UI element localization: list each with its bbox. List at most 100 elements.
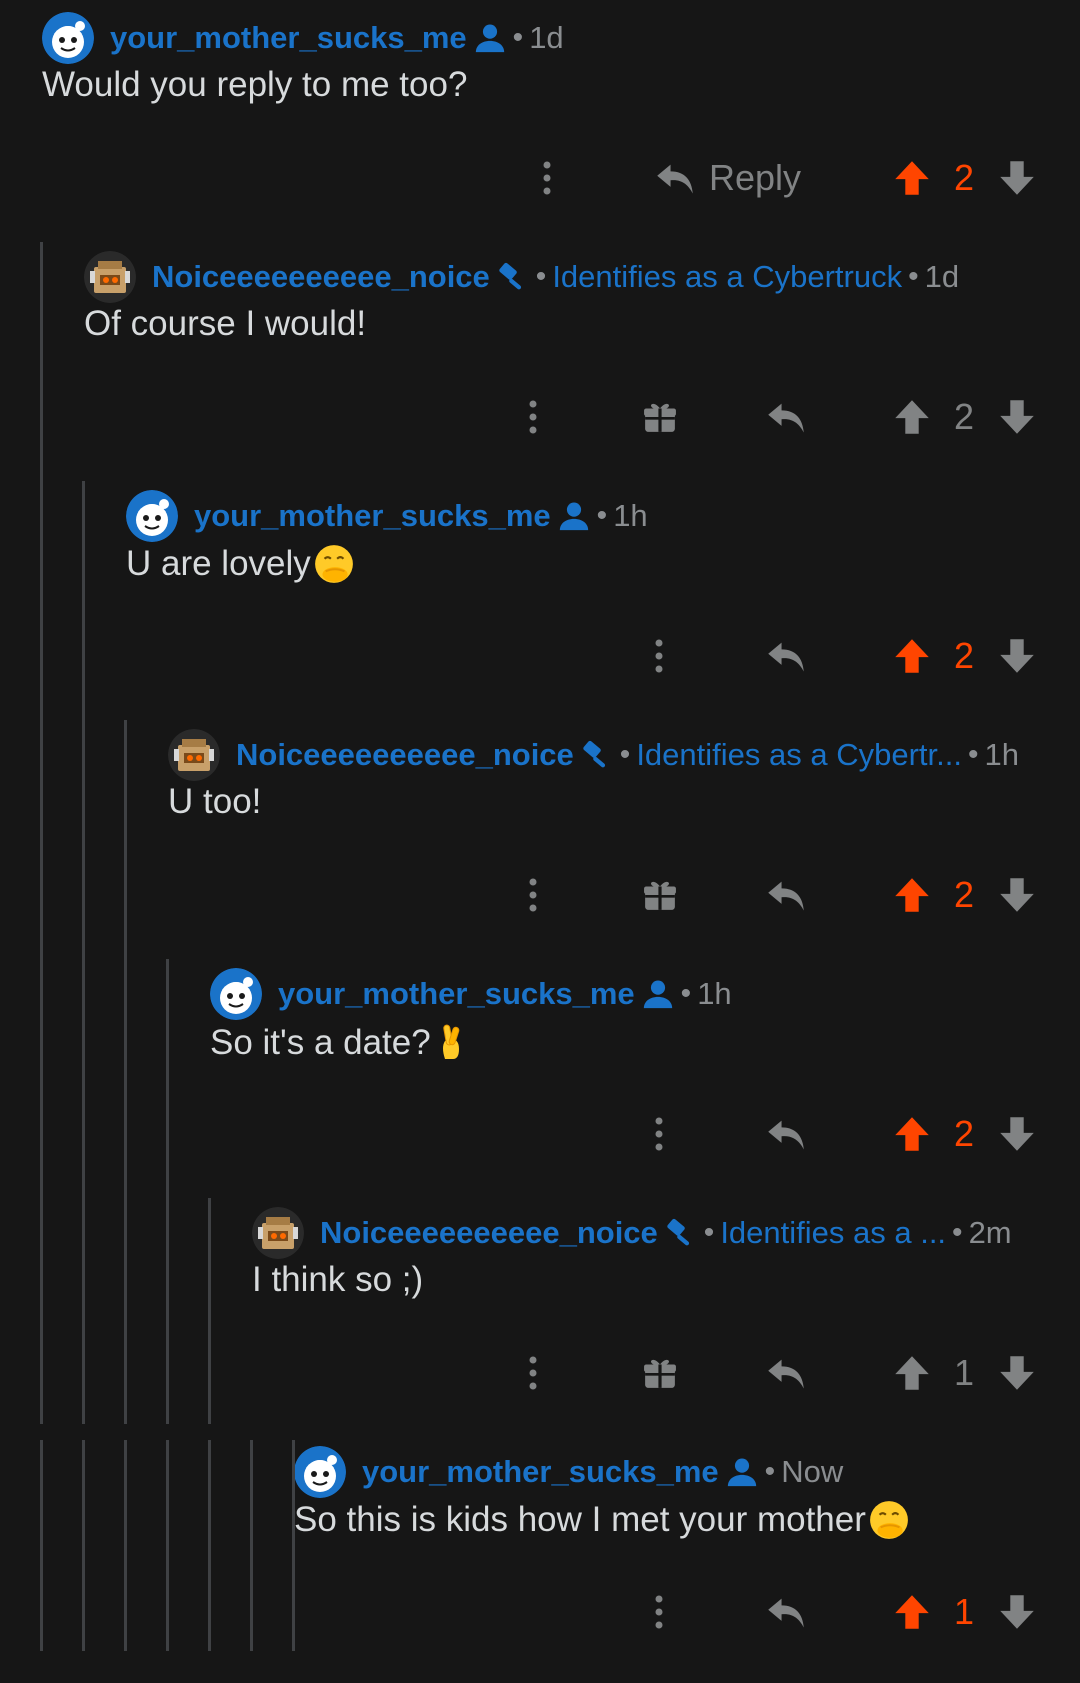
comment-text: So this is kids how I met your mother	[294, 1500, 866, 1539]
thread-line[interactable]	[208, 1440, 211, 1651]
thread-line[interactable]	[166, 959, 169, 1424]
comment-header: your_mother_sucks_me • Now	[294, 1444, 843, 1500]
upvote-button[interactable]	[892, 1345, 932, 1401]
author-name[interactable]: Noiceeeeeeeeee_noice	[152, 259, 490, 295]
reply-button[interactable]	[764, 867, 808, 923]
more-options-button[interactable]	[537, 150, 557, 206]
comment-body: I think so ;)	[252, 1260, 423, 1300]
upvote-icon	[894, 637, 930, 675]
comment-header: your_mother_sucks_me • 1h	[126, 488, 648, 544]
timestamp: Now	[781, 1454, 844, 1489]
reply-icon	[766, 877, 806, 913]
downvote-button[interactable]	[997, 628, 1037, 684]
comment: your_mother_sucks_me • 1h U are lovely 2	[0, 488, 1080, 727]
more-options-button[interactable]	[649, 1106, 669, 1162]
reply-button[interactable]	[764, 628, 808, 684]
downvote-icon	[999, 876, 1035, 914]
separator-dot: •	[703, 1216, 715, 1249]
author-name[interactable]: your_mother_sucks_me	[278, 976, 635, 1012]
downvote-button[interactable]	[997, 867, 1037, 923]
timestamp: 1h	[697, 976, 732, 1011]
reply-icon	[766, 1594, 806, 1630]
score-wrap: 1	[944, 1584, 984, 1640]
avatar[interactable]	[84, 251, 136, 303]
thread-line[interactable]	[166, 1440, 169, 1651]
upvote-button[interactable]	[892, 1106, 932, 1162]
vote-score: 2	[953, 157, 975, 198]
reply-button[interactable]: Reply	[655, 150, 815, 206]
avatar[interactable]	[42, 12, 94, 64]
thread-line[interactable]	[208, 1198, 211, 1424]
hand-over-mouth-emoji	[868, 1499, 910, 1541]
avatar[interactable]	[210, 968, 262, 1020]
vote-score: 1	[953, 1591, 975, 1632]
comment: Noiceeeeeeeeee_noice • Identifies as a ...…	[0, 1205, 1080, 1444]
more-options-button[interactable]	[649, 1584, 669, 1640]
downvote-button[interactable]	[997, 1106, 1037, 1162]
downvote-icon	[999, 159, 1035, 197]
timestamp: 1d	[529, 20, 564, 55]
more-options-button[interactable]	[649, 628, 669, 684]
more-options-button[interactable]	[523, 389, 543, 445]
author-name[interactable]: your_mother_sucks_me	[362, 1454, 719, 1490]
thread-line[interactable]	[124, 1440, 127, 1651]
vote-score: 1	[953, 1352, 975, 1393]
timestamp: 2m	[968, 1215, 1012, 1250]
reply-icon	[766, 1355, 806, 1391]
thread-line[interactable]	[250, 1440, 253, 1651]
reply-button[interactable]	[764, 1584, 808, 1640]
comment-body: So it's a date?	[210, 1021, 469, 1065]
downvote-icon	[999, 1593, 1035, 1631]
reply-icon	[766, 638, 806, 674]
author-name[interactable]: Noiceeeeeeeeee_noice	[320, 1215, 658, 1251]
award-button[interactable]	[640, 867, 680, 923]
downvote-button[interactable]	[997, 389, 1037, 445]
upvote-button[interactable]	[892, 867, 932, 923]
thread-line[interactable]	[40, 1440, 43, 1651]
score-wrap: 2	[944, 389, 984, 445]
downvote-button[interactable]	[997, 1584, 1037, 1640]
thread-line[interactable]	[292, 1440, 295, 1651]
avatar[interactable]	[294, 1446, 346, 1498]
more-options-button[interactable]	[523, 1345, 543, 1401]
reply-button[interactable]	[764, 389, 808, 445]
author-name[interactable]: your_mother_sucks_me	[110, 20, 467, 56]
thread-line[interactable]	[82, 1440, 85, 1651]
user-flair: Identifies as a Cybertruck	[552, 259, 903, 294]
thread-line[interactable]	[124, 720, 127, 1424]
author-name[interactable]: your_mother_sucks_me	[194, 498, 551, 534]
comment-text: I think so ;)	[252, 1260, 424, 1299]
thread-line[interactable]	[40, 242, 43, 1424]
thread-line[interactable]	[82, 481, 85, 1424]
upvote-button[interactable]	[892, 150, 932, 206]
upvote-button[interactable]	[892, 389, 932, 445]
downvote-button[interactable]	[997, 150, 1037, 206]
reply-icon	[766, 1116, 806, 1152]
award-button[interactable]	[640, 389, 680, 445]
reply-button[interactable]	[764, 1106, 808, 1162]
vote-score: 2	[953, 1113, 975, 1154]
avatar[interactable]	[168, 729, 220, 781]
upvote-button[interactable]	[892, 628, 932, 684]
award-button[interactable]	[640, 1345, 680, 1401]
comment-actions: 2	[0, 1106, 1080, 1162]
reply-button[interactable]	[764, 1345, 808, 1401]
more-icon	[542, 161, 552, 195]
upvote-icon	[894, 876, 930, 914]
avatar[interactable]	[126, 490, 178, 542]
separator-dot: •	[908, 260, 919, 293]
vote-score: 2	[953, 874, 975, 915]
more-options-button[interactable]	[523, 867, 543, 923]
avatar[interactable]	[252, 1207, 304, 1259]
moderator-icon	[664, 1216, 698, 1250]
upvote-button[interactable]	[892, 1584, 932, 1640]
score-wrap: 2	[944, 867, 984, 923]
downvote-button[interactable]	[997, 1345, 1037, 1401]
upvote-icon	[894, 1115, 930, 1153]
downvote-icon	[999, 637, 1035, 675]
reply-icon	[766, 399, 806, 435]
author-name[interactable]: Noiceeeeeeeeee_noice	[236, 737, 574, 773]
comment-header: Noiceeeeeeeeee_noice • Identifies as a Cyb…	[84, 249, 959, 305]
separator-dot: •	[764, 1455, 776, 1488]
comment-text: So it's a date?	[210, 1023, 431, 1062]
